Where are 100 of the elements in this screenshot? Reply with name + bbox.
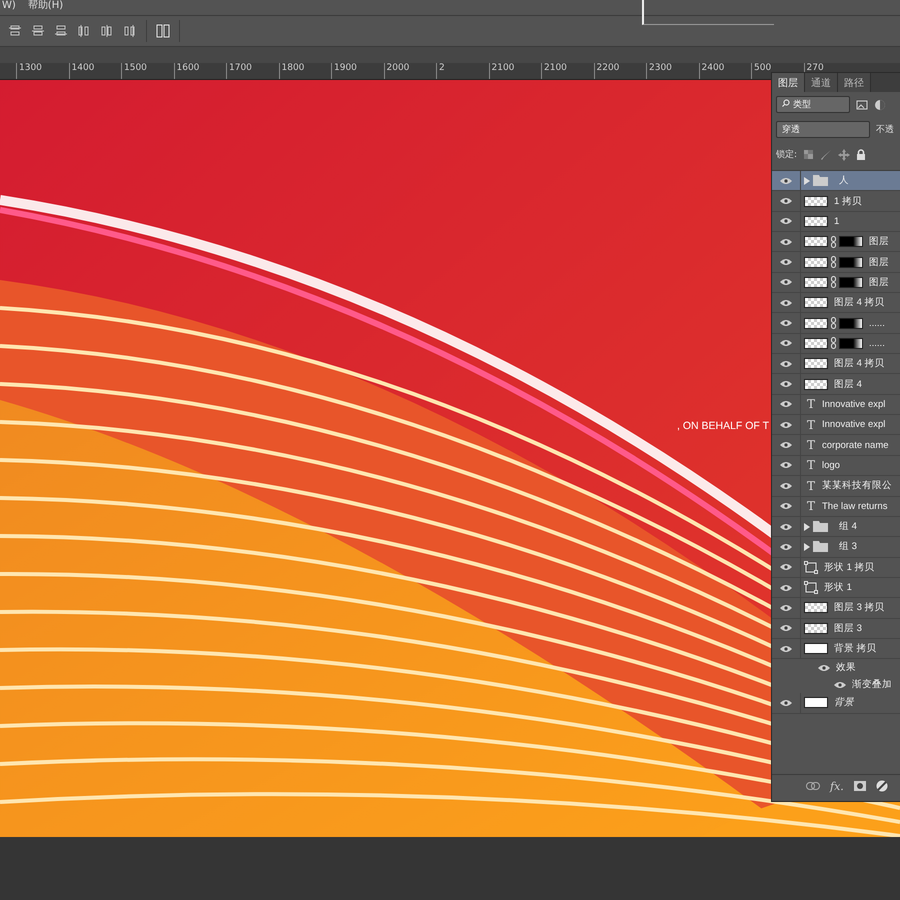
panel-tab[interactable]: 图层: [772, 73, 805, 92]
chain-icon[interactable]: [831, 317, 836, 330]
eye-icon[interactable]: [780, 400, 792, 408]
eye-icon[interactable]: [780, 258, 792, 266]
layer-row[interactable]: 1: [772, 212, 900, 232]
lock-icon[interactable]: [856, 148, 866, 160]
layer-style-button[interactable]: fx.: [830, 780, 844, 792]
align-icon[interactable]: [31, 24, 45, 38]
align-icon[interactable]: [8, 24, 22, 38]
eye-icon[interactable]: [780, 339, 792, 348]
layer-row[interactable]: 形状 1: [772, 578, 900, 598]
eye-icon[interactable]: [780, 644, 792, 653]
layer-row[interactable]: 图层 4 拷贝: [772, 354, 900, 374]
layer-thumbnail: [804, 378, 828, 390]
layer-row[interactable]: T 某某科技有限公: [772, 476, 900, 496]
mask-icon[interactable]: [854, 781, 866, 791]
banner-caption: , ON BEHALF OF T: [677, 420, 769, 432]
eye-icon[interactable]: [780, 698, 792, 707]
eye-icon[interactable]: [780, 584, 792, 592]
adjustment-filter-icon[interactable]: [874, 98, 886, 110]
eye-icon[interactable]: [834, 680, 846, 689]
eye-icon[interactable]: [780, 217, 792, 226]
mask-thumbnail: [839, 338, 863, 349]
eye-icon[interactable]: [780, 278, 792, 286]
caret-icon[interactable]: [804, 542, 810, 551]
text-layer-icon: T: [804, 418, 818, 432]
layer-row[interactable]: 图层: [772, 272, 900, 294]
layer-row[interactable]: 图层 4 拷贝: [772, 293, 900, 314]
layer-name: 组 3: [838, 540, 857, 554]
lock-label: 锁定:: [776, 148, 798, 161]
lock-pixels-icon[interactable]: [803, 149, 814, 160]
adjustment-icon[interactable]: [876, 780, 888, 792]
eye-icon[interactable]: [780, 461, 792, 470]
align-icon[interactable]: [123, 24, 137, 38]
eye-icon[interactable]: [780, 360, 792, 368]
layer-row[interactable]: T Innovative expl: [772, 415, 900, 436]
eye-icon[interactable]: [780, 176, 792, 185]
layer-row[interactable]: ......: [772, 313, 900, 334]
align-icon[interactable]: [100, 24, 114, 38]
eye-icon[interactable]: [780, 604, 792, 612]
eye-icon[interactable]: [780, 238, 792, 246]
chain-icon[interactable]: [831, 236, 836, 248]
eye-icon[interactable]: [780, 482, 792, 490]
menu-item[interactable]: 帮助(H): [26, 0, 66, 11]
eye-icon[interactable]: [780, 420, 792, 429]
effect-name: 渐变叠加: [851, 678, 892, 692]
layer-row[interactable]: 背景 拷贝: [772, 638, 900, 660]
eye-icon[interactable]: [780, 563, 792, 572]
chain-icon[interactable]: [831, 337, 836, 350]
layer-thumbnail: [804, 338, 828, 349]
distribute-icon[interactable]: [156, 24, 170, 38]
eye-icon[interactable]: [780, 542, 792, 551]
layer-row[interactable]: 人: [772, 171, 900, 192]
layer-row[interactable]: 1 拷贝: [772, 191, 900, 212]
layer-row[interactable]: 图层: [772, 252, 900, 273]
link-icon[interactable]: [806, 782, 820, 790]
eye-icon[interactable]: [780, 319, 792, 328]
caret-icon[interactable]: [804, 176, 810, 185]
layer-row[interactable]: 图层 4: [772, 374, 900, 395]
layer-row[interactable]: 图层 3: [772, 618, 900, 639]
move-icon[interactable]: [838, 148, 850, 160]
align-icon[interactable]: [77, 24, 91, 38]
eye-icon[interactable]: [780, 522, 792, 531]
panel-tab[interactable]: 通道: [805, 73, 838, 92]
image-filter-icon[interactable]: [856, 98, 868, 110]
chain-icon[interactable]: [831, 256, 836, 268]
layer-name: 形状 1: [823, 581, 852, 594]
layer-row[interactable]: 图层 3 拷贝: [772, 598, 900, 619]
layer-row[interactable]: T The law returns: [772, 496, 900, 517]
menu-item[interactable]: W): [0, 0, 18, 11]
layer-row[interactable]: ......: [772, 334, 900, 354]
eye-icon[interactable]: [780, 502, 792, 510]
ruler-label: 1300: [16, 63, 68, 79]
layer-row[interactable]: T corporate name: [772, 435, 900, 456]
panel-tab[interactable]: 路径: [838, 73, 871, 92]
brush-icon[interactable]: [820, 148, 832, 160]
layer-row[interactable]: T Innovative expl: [772, 394, 900, 416]
ruler-label: 2000: [384, 63, 436, 79]
layer-row[interactable]: 背景: [772, 693, 900, 714]
layer-row[interactable]: T logo: [772, 456, 900, 476]
eye-icon[interactable]: [780, 441, 792, 450]
blend-mode-dropdown[interactable]: 穿透: [776, 121, 870, 138]
eye-icon[interactable]: [780, 298, 792, 307]
layer-row[interactable]: 图层: [772, 232, 900, 252]
layer-name: 形状 1 拷贝: [823, 560, 875, 574]
mask-thumbnail: [839, 318, 863, 329]
layer-row[interactable]: 组 4: [772, 516, 900, 538]
eye-icon[interactable]: [780, 380, 792, 388]
align-icon[interactable]: [54, 24, 68, 38]
layer-name: 背景 拷贝: [833, 642, 877, 656]
chain-icon[interactable]: [831, 276, 836, 288]
filter-dropdown[interactable]: 类型: [776, 96, 850, 113]
caret-icon[interactable]: [804, 522, 810, 531]
eye-icon[interactable]: [780, 197, 792, 206]
layer-row[interactable]: 形状 1 拷贝: [772, 558, 900, 578]
opacity-label: 不透: [876, 124, 894, 136]
layer-row[interactable]: 组 3: [772, 537, 900, 558]
eye-icon[interactable]: [780, 624, 792, 632]
ruler-label: 1800: [278, 63, 331, 79]
eye-icon[interactable]: [818, 664, 830, 672]
